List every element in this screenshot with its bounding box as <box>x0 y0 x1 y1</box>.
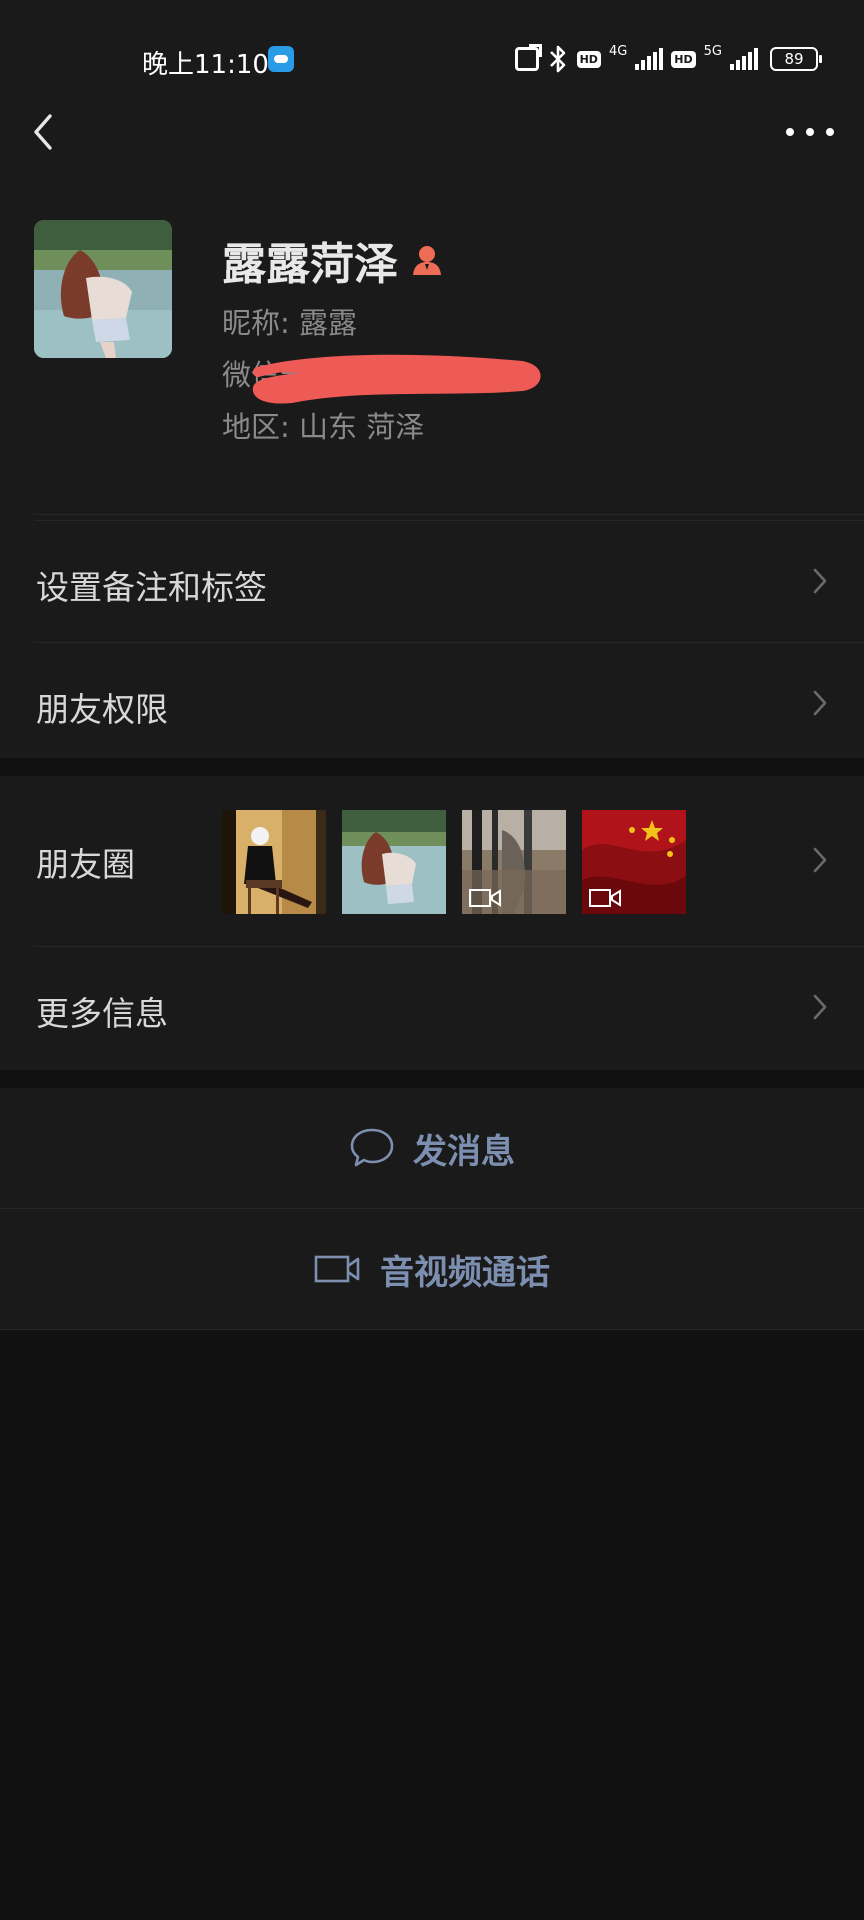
chevron-right-icon <box>813 994 827 1020</box>
chevron-right-icon <box>813 847 827 873</box>
more-info-label: 更多信息 <box>36 994 168 1033</box>
contact-profile-screen: 晚上11:10 HD 4G HD 5G 89 露露菏泽 昵称: 露露 微信号: … <box>0 0 864 1920</box>
send-message-button[interactable]: 发消息 <box>0 1088 864 1208</box>
bluetooth-icon <box>549 45 565 73</box>
moments-label: 朋友圈 <box>36 845 135 884</box>
cloud-icon <box>268 46 294 72</box>
name-row: 露露菏泽 <box>222 228 444 292</box>
thumb-video-2 <box>582 810 686 914</box>
thumb-video-1 <box>462 810 566 914</box>
network-label-5g: 5G <box>703 43 722 59</box>
battery-indicator: 89 <box>770 47 822 71</box>
chevron-right-icon <box>813 568 827 594</box>
signal-icon <box>730 48 758 70</box>
chat-bubble-icon <box>350 1128 394 1167</box>
contact-name: 露露菏泽 <box>222 239 398 290</box>
chevron-right-icon <box>813 690 827 716</box>
hd-badge: HD <box>671 50 696 68</box>
remark-tags-label: 设置备注和标签 <box>36 568 267 607</box>
thumb-photo-2 <box>342 810 446 914</box>
avatar[interactable] <box>34 220 172 358</box>
friend-permissions-row[interactable]: 朋友权限 <box>34 642 864 764</box>
status-time: 晚上11:10 <box>142 50 269 80</box>
settings-section: 设置备注和标签 朋友权限 <box>0 514 864 758</box>
redaction-mark <box>252 354 541 404</box>
thumb-photo-1 <box>222 810 326 914</box>
network-label-4g: 4G <box>608 43 628 59</box>
status-bar: 晚上11:10 HD 4G HD 5G 89 <box>0 0 864 120</box>
chevron-left-icon[interactable] <box>26 110 66 154</box>
signal-icon <box>635 48 664 70</box>
send-message-label: 发消息 <box>413 1131 515 1172</box>
rotate-icon <box>514 44 542 71</box>
profile-card: 露露菏泽 昵称: 露露 微信号: 地区: 山东 菏泽 <box>0 150 864 520</box>
av-call-button[interactable]: 音视频通话 <box>0 1209 864 1329</box>
moments-row[interactable]: 朋友圈 <box>34 776 864 946</box>
av-call-label: 音视频通话 <box>380 1252 550 1293</box>
remark-tags-row[interactable]: 设置备注和标签 <box>34 520 864 642</box>
video-camera-icon <box>314 1255 360 1283</box>
region-line: 地区: 山东 菏泽 <box>222 410 425 444</box>
friend-permissions-label: 朋友权限 <box>36 690 168 729</box>
nickname-line: 昵称: 露露 <box>222 306 357 340</box>
hd-badge: HD <box>576 50 601 68</box>
status-icons: HD 4G HD 5G 89 <box>514 43 822 74</box>
moments-section: 朋友圈 更多信息 <box>0 776 864 1070</box>
more-horizontal-icon[interactable] <box>786 120 834 144</box>
moments-thumbnails <box>222 810 686 914</box>
person-icon <box>413 246 441 275</box>
more-info-row[interactable]: 更多信息 <box>34 946 864 1068</box>
